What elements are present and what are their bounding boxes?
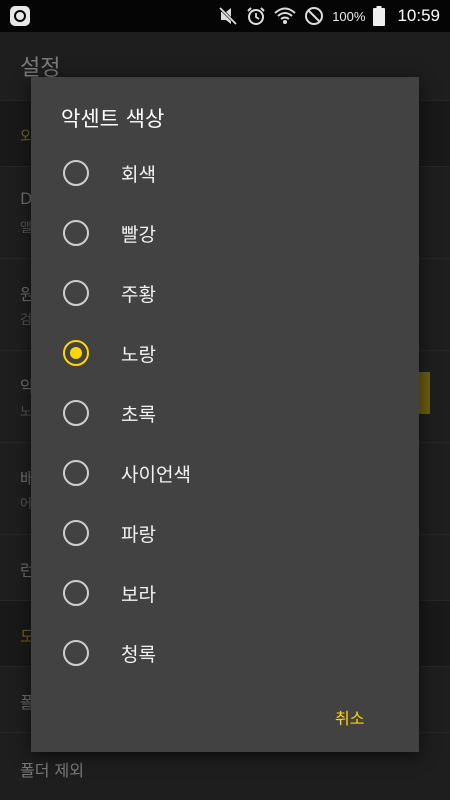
- option-label: 빨강: [121, 223, 156, 246]
- option-label: 청록: [121, 643, 156, 666]
- alarm-icon: [247, 7, 265, 25]
- battery-percent: 100%: [332, 8, 366, 24]
- exclude-folders-label: 폴더 제외: [20, 761, 84, 780]
- option-yellow[interactable]: 노랑: [31, 323, 419, 383]
- radio-button-selected[interactable]: [63, 340, 89, 366]
- dialog-title: 악센트 색상: [61, 107, 165, 131]
- battery-icon: [373, 6, 386, 26]
- option-label: 회색: [121, 163, 156, 186]
- option-cyan[interactable]: 사이언색: [31, 443, 419, 503]
- radio-button[interactable]: [63, 640, 89, 666]
- radio-button[interactable]: [63, 520, 89, 546]
- option-label: 사이언색: [121, 463, 191, 486]
- status-bar: 100% 10:59: [0, 0, 450, 32]
- option-purple[interactable]: 보라: [31, 563, 419, 623]
- option-green[interactable]: 초록: [31, 383, 419, 443]
- radio-button[interactable]: [63, 400, 89, 426]
- option-label: 초록: [121, 403, 156, 426]
- accent-color-dialog: 악센트 색상 회색 빨강 주황 노랑 초록 사이언색 파랑 보라 청록 취소: [31, 77, 419, 752]
- option-label: 노랑: [121, 343, 156, 366]
- status-icons: 100% 10:59: [218, 6, 440, 26]
- option-red[interactable]: 빨강: [31, 203, 419, 263]
- option-orange[interactable]: 주황: [31, 263, 419, 323]
- option-label: 보라: [121, 583, 156, 606]
- do-not-disturb-icon: [305, 7, 324, 25]
- radio-button[interactable]: [63, 460, 89, 486]
- radio-button[interactable]: [63, 160, 89, 186]
- option-gray[interactable]: 회색: [31, 143, 419, 203]
- option-blue[interactable]: 파랑: [31, 503, 419, 563]
- radio-button[interactable]: [63, 280, 89, 306]
- option-label: 파랑: [121, 523, 156, 546]
- cancel-button[interactable]: 취소: [335, 705, 364, 729]
- wifi-icon: [274, 7, 296, 24]
- option-label: 주황: [121, 283, 156, 306]
- radio-button[interactable]: [63, 580, 89, 606]
- vibrate-off-icon: [219, 6, 238, 26]
- clock: 10:59: [397, 6, 440, 25]
- radio-button[interactable]: [63, 220, 89, 246]
- app-notification-icon: [10, 6, 30, 26]
- option-teal[interactable]: 청록: [31, 623, 419, 683]
